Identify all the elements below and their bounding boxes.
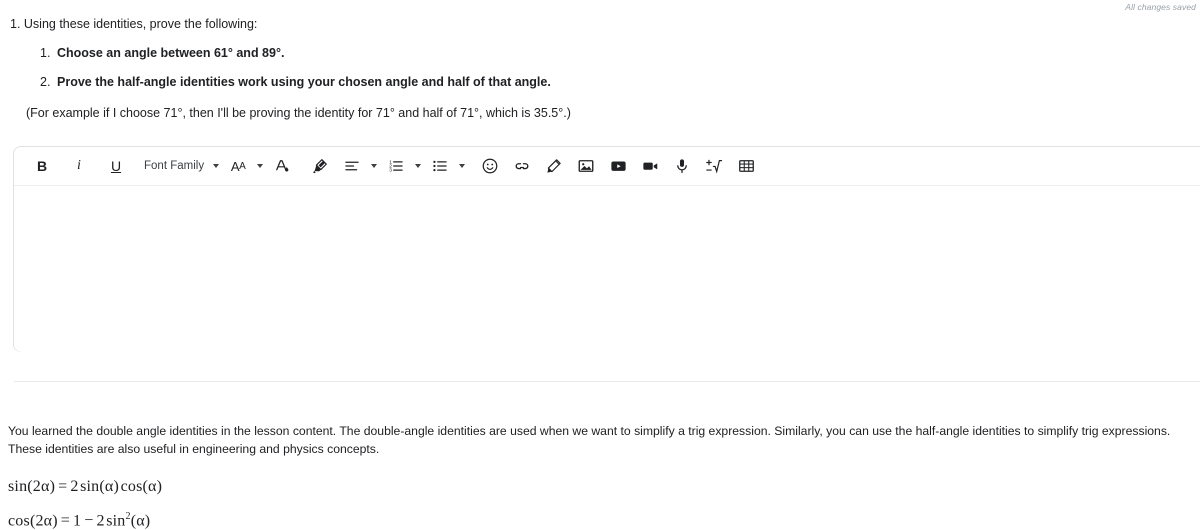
equation-icon[interactable]	[698, 153, 730, 179]
link-icon[interactable]	[506, 153, 538, 179]
image-icon[interactable]	[570, 153, 602, 179]
underline-button[interactable]: U	[100, 153, 132, 179]
microphone-icon[interactable]	[666, 153, 698, 179]
italic-button[interactable]: i	[58, 153, 100, 179]
chevron-down-icon[interactable]	[371, 164, 378, 168]
prompt-sub-list: 1. Choose an angle between 61° and 89°. …	[0, 44, 1200, 91]
prompt-lead-text: 1. Using these identities, prove the fol…	[10, 17, 258, 31]
video-camera-icon[interactable]	[634, 153, 666, 179]
highlighter-icon[interactable]	[304, 153, 336, 179]
lesson-content: You learned the double angle identities …	[8, 422, 1194, 530]
bulleted-list-icon[interactable]	[424, 153, 456, 179]
font-size-button[interactable]: AA	[222, 153, 254, 179]
equation-cos-double-angle: cos(2α) = 1−2 sin2(α)	[8, 511, 151, 530]
chevron-down-icon[interactable]	[459, 164, 466, 168]
list-item: 1. Choose an angle between 61° and 89°.	[0, 44, 1200, 62]
numbered-list-icon[interactable]: 1 2 3	[380, 153, 412, 179]
assignment-prompt: 1. Using these identities, prove the fol…	[0, 15, 1200, 122]
chevron-down-icon[interactable]	[213, 164, 220, 168]
list-item: 2. Prove the half-angle identities work …	[0, 73, 1200, 91]
list-item-number: 2.	[40, 75, 51, 89]
bold-button[interactable]: B	[26, 153, 58, 179]
text-color-icon[interactable]	[266, 153, 298, 179]
prompt-example-text: (For example if I choose 71°, then I'll …	[26, 106, 571, 120]
lesson-paragraph: You learned the double angle identities …	[8, 424, 1171, 456]
font-family-label[interactable]: Font Family	[132, 160, 210, 172]
list-item-number: 1.	[40, 46, 51, 60]
svg-text:3: 3	[389, 168, 392, 174]
youtube-icon[interactable]	[602, 153, 634, 179]
editor-text-area[interactable]	[14, 186, 1200, 352]
list-item-label: Choose an angle between 61° and 89°.	[57, 46, 285, 60]
pencil-icon[interactable]	[538, 153, 570, 179]
list-item-label: Prove the half-angle identities work usi…	[57, 75, 551, 89]
rich-text-editor[interactable]: B i U Font Family AA 1 2 3	[13, 146, 1200, 352]
status-bar: All changes saved	[0, 0, 1200, 14]
emoji-icon[interactable]	[474, 153, 506, 179]
table-icon[interactable]	[730, 153, 762, 179]
chevron-down-icon[interactable]	[415, 164, 422, 168]
section-divider	[14, 381, 1200, 382]
equation-sin-double-angle: sin(2α) = 2 sin(α) cos(α)	[8, 478, 163, 495]
align-left-icon[interactable]	[336, 153, 368, 179]
save-status-text: All changes saved	[1125, 2, 1196, 12]
chevron-down-icon[interactable]	[257, 164, 264, 168]
editor-toolbar: B i U Font Family AA 1 2 3	[14, 147, 1200, 186]
